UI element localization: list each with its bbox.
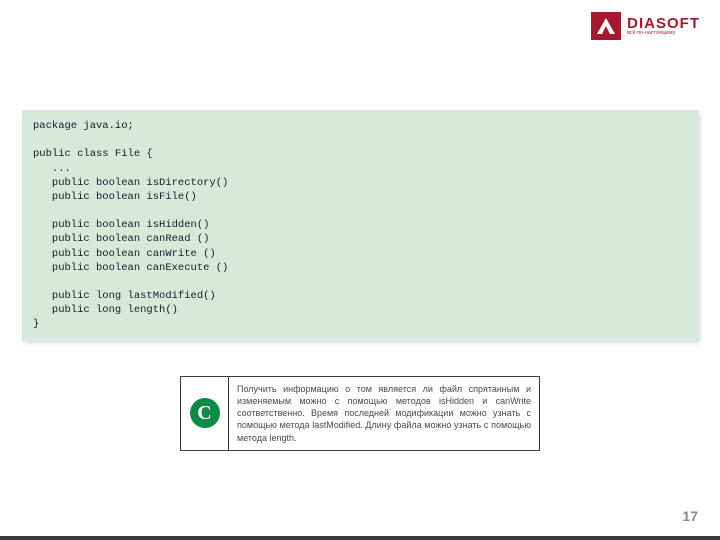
page-number: 17 <box>682 508 698 524</box>
logo-brand: DIASOFT <box>627 16 700 31</box>
logo: DIASOFT всё по-настоящему <box>591 12 700 40</box>
info-box: C Получить информацию о том является ли … <box>180 376 540 451</box>
info-icon-cell: C <box>181 377 229 450</box>
logo-mark-icon <box>591 12 621 40</box>
code-block: package java.io; public class File { ...… <box>22 110 698 341</box>
logo-text: DIASOFT всё по-настоящему <box>627 16 700 36</box>
info-text: Получить информацию о том является ли фа… <box>229 377 539 450</box>
footer-bar <box>0 536 720 540</box>
logo-tagline: всё по-настоящему <box>627 31 700 36</box>
copyright-icon: C <box>190 398 220 428</box>
